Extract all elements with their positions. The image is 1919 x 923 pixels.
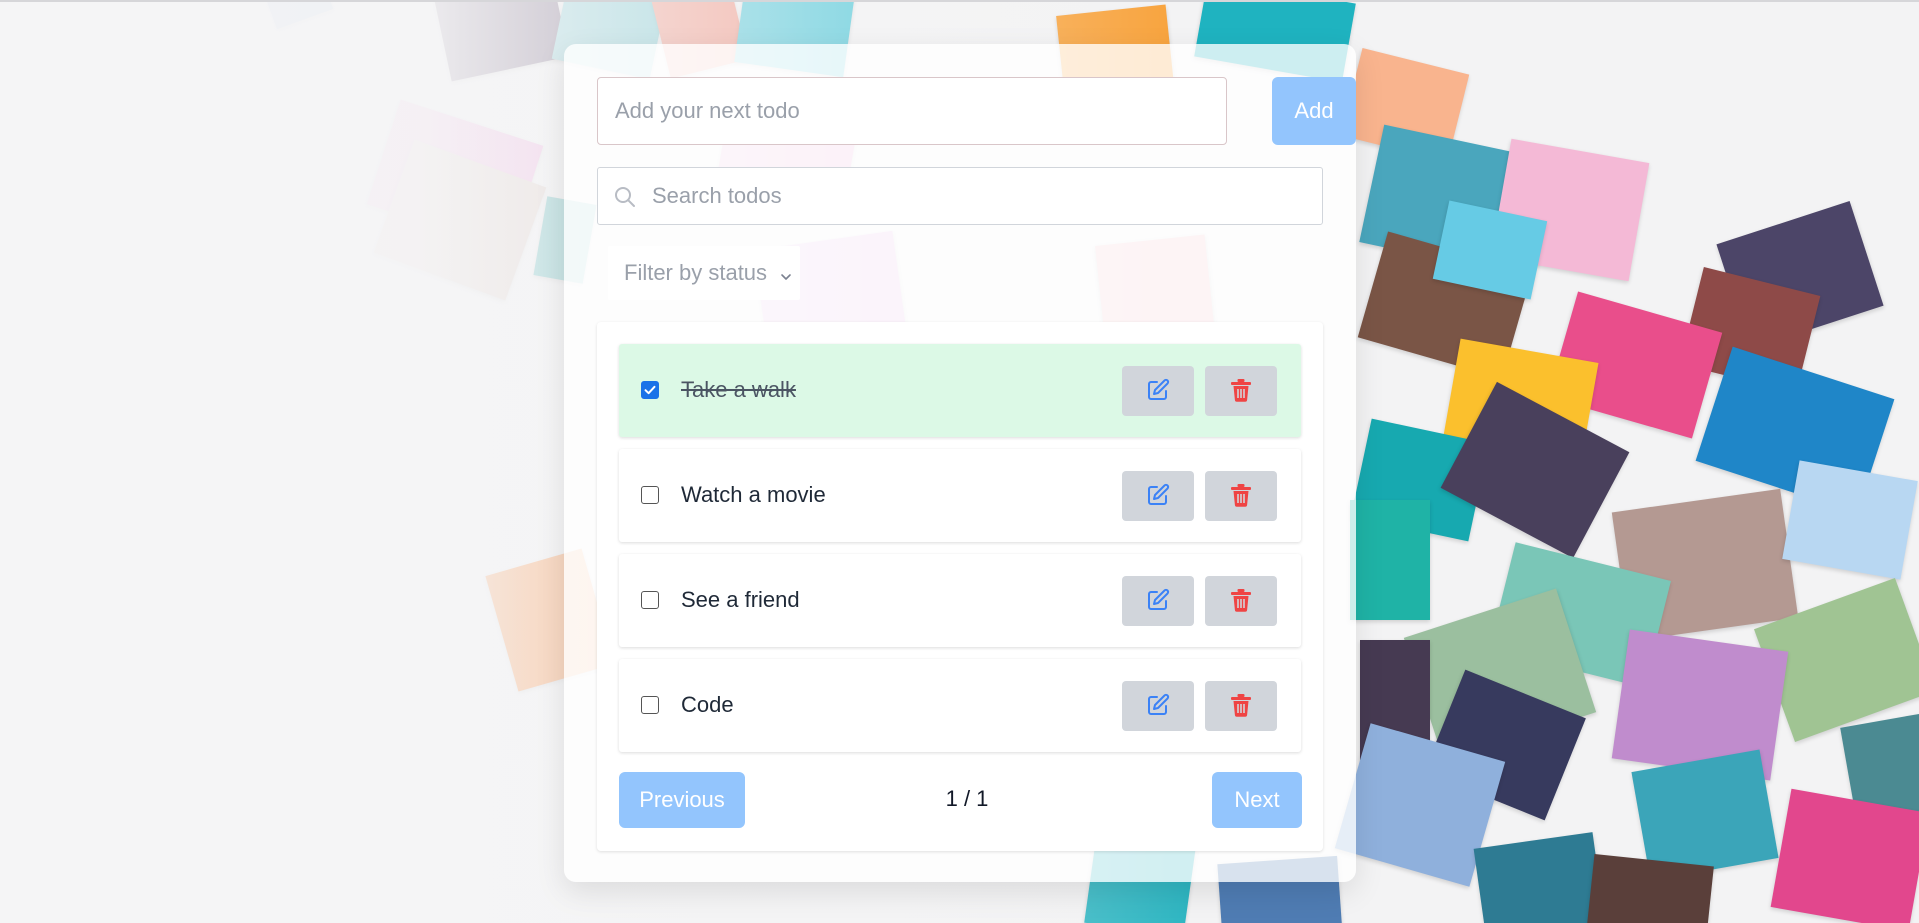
delete-button[interactable] (1205, 366, 1277, 416)
next-page-button[interactable]: Next (1212, 772, 1302, 828)
add-todo-form: Add (597, 77, 1356, 145)
todo-text: See a friend (681, 587, 800, 612)
todo-checkbox[interactable] (641, 381, 659, 399)
todo-app-panel: Add Filter by status Take a walk (564, 44, 1356, 882)
todo-checkbox[interactable] (641, 486, 659, 504)
todo-item: Code (619, 659, 1301, 752)
search-input[interactable] (652, 168, 1312, 224)
edit-icon (1146, 588, 1170, 615)
search-icon (613, 185, 637, 209)
status-filter-select[interactable]: Filter by status (608, 246, 800, 300)
delete-button[interactable] (1205, 471, 1277, 521)
add-button[interactable]: Add (1272, 77, 1356, 145)
todo-item: Watch a movie (619, 449, 1301, 542)
todo-checkbox[interactable] (641, 696, 659, 714)
trash-icon (1230, 483, 1252, 510)
edit-button[interactable] (1122, 576, 1194, 626)
page-indicator: 1 / 1 (945, 786, 989, 811)
edit-icon (1146, 693, 1170, 720)
todo-text: Take a walk (681, 377, 796, 402)
todo-text: Watch a movie (681, 482, 826, 507)
trash-icon (1230, 588, 1252, 615)
top-border (0, 0, 1919, 2)
delete-button[interactable] (1205, 576, 1277, 626)
previous-page-button[interactable]: Previous (619, 772, 745, 828)
delete-button[interactable] (1205, 681, 1277, 731)
todo-item: See a friend (619, 554, 1301, 647)
edit-button[interactable] (1122, 471, 1194, 521)
edit-button[interactable] (1122, 366, 1194, 416)
edit-button[interactable] (1122, 681, 1194, 731)
edit-icon (1146, 378, 1170, 405)
filter-selected-value: Filter by status (624, 260, 768, 285)
new-todo-input[interactable] (597, 77, 1227, 145)
trash-icon (1230, 693, 1252, 720)
trash-icon (1230, 378, 1252, 405)
todo-text: Code (681, 692, 734, 717)
search-box (597, 167, 1323, 225)
edit-icon (1146, 483, 1170, 510)
todo-checkbox[interactable] (641, 591, 659, 609)
todo-list: Take a walk Watch a movie See a friend C… (597, 322, 1323, 851)
todo-item: Take a walk (619, 344, 1301, 437)
chevron-down-icon (778, 265, 794, 281)
